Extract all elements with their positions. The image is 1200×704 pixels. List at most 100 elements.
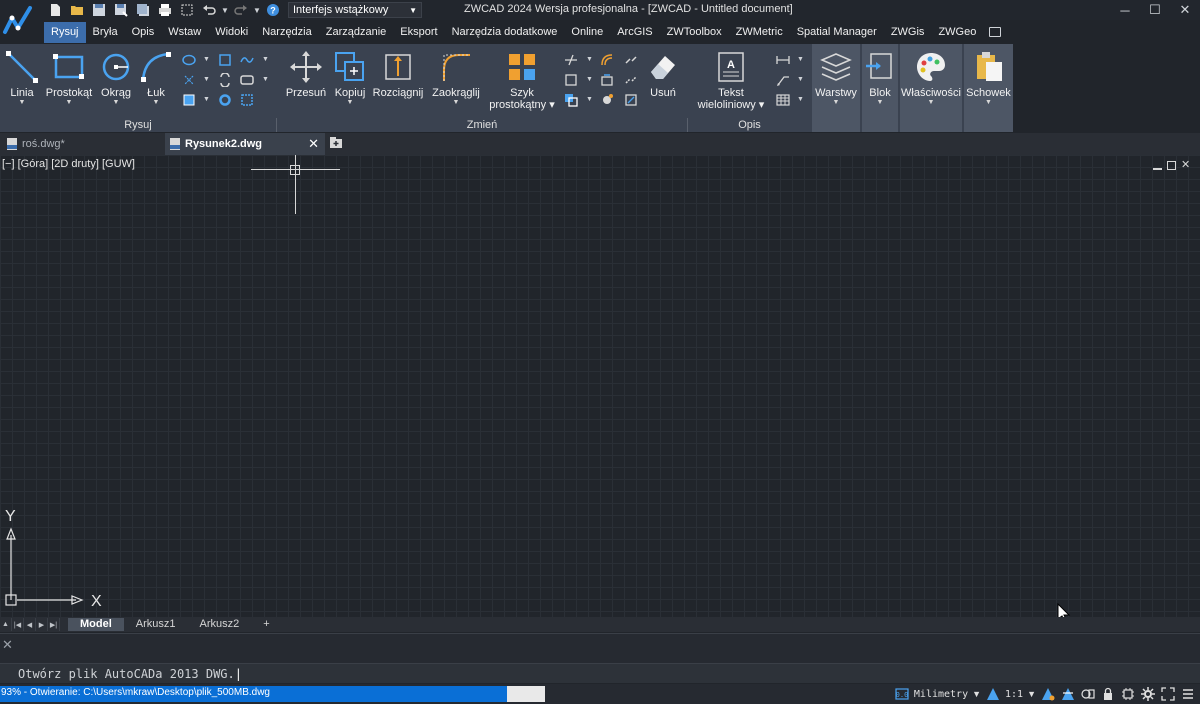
minimize-icon[interactable] (1153, 161, 1162, 170)
array-button[interactable]: Szyk prostokątny ▾ (488, 50, 556, 111)
help-button[interactable]: ? (262, 0, 284, 20)
customization-menu-icon[interactable] (1180, 686, 1196, 702)
restore-icon[interactable] (1167, 161, 1176, 170)
tab-bryla[interactable]: Bryła (86, 22, 125, 43)
chevron-down-icon[interactable]: ▼ (797, 56, 804, 63)
viewport-controls-label[interactable]: [−] [Góra] [2D druty] [GUW] (2, 158, 135, 170)
chevron-down-icon[interactable]: ▼ (262, 76, 269, 83)
layout-tab-arkusz1[interactable]: Arkusz1 (124, 618, 188, 631)
chevron-down-icon[interactable]: ▼ (972, 689, 981, 699)
redo-dropdown-arrow[interactable]: ▼ (252, 6, 262, 15)
chevron-down-icon[interactable]: ▼ (586, 96, 593, 103)
rotate-button[interactable] (598, 72, 616, 88)
tab-opis[interactable]: Opis (125, 22, 162, 43)
offset-button[interactable] (598, 52, 616, 68)
command-line-input[interactable]: Otwórz plik AutoCADa 2013 DWG.| (0, 663, 1200, 683)
chamfer-button[interactable] (622, 92, 640, 108)
layout-tab-model[interactable]: Model (68, 618, 124, 631)
trim-button[interactable] (562, 52, 580, 68)
chevron-down-icon[interactable]: ▼ (203, 56, 210, 63)
tab-zwgeo[interactable]: ZWGeo (931, 22, 983, 43)
chevron-down-icon[interactable]: ▼ (797, 96, 804, 103)
region-button[interactable] (238, 72, 256, 88)
tab-wstaw[interactable]: Wstaw (161, 22, 208, 43)
circle-button[interactable]: Okrąg ▼ (98, 50, 134, 106)
mirror-button[interactable] (562, 72, 580, 88)
annotation-visibility-icon[interactable] (1040, 686, 1056, 702)
annotation-scale-label[interactable]: 1:1 (1005, 689, 1023, 700)
undo-button[interactable] (198, 0, 220, 20)
maximize-icon[interactable]: ☐ (1140, 0, 1170, 20)
tab-rysuj[interactable]: Rysuj (44, 21, 86, 43)
tab-spatial-manager[interactable]: Spatial Manager (790, 22, 884, 43)
units-icon[interactable]: 0.0 (894, 686, 910, 702)
open-file-button[interactable] (66, 0, 88, 20)
document-tab-ros[interactable]: roś.dwg* (0, 133, 165, 155)
auto-scale-icon[interactable] (1060, 686, 1076, 702)
annotation-scale-icon[interactable] (985, 686, 1001, 702)
new-file-button[interactable] (44, 0, 66, 20)
save-as-button[interactable] (110, 0, 132, 20)
layout-next-icon[interactable]: ▶ (36, 618, 48, 631)
undo-dropdown-arrow[interactable]: ▼ (220, 6, 230, 15)
chevron-down-icon[interactable]: ▼ (1027, 689, 1036, 699)
point-button[interactable] (180, 72, 198, 88)
rectangle-button[interactable]: Prostokąt ▼ (44, 50, 94, 106)
clean-screen-icon[interactable] (1160, 686, 1176, 702)
workspace-dropdown[interactable]: Interfejs wstążkowy ▼ (288, 2, 422, 18)
line-button[interactable]: Linia ▼ (4, 50, 40, 106)
join-button[interactable] (622, 52, 640, 68)
fillet-button[interactable]: Zaokrąglij ▼ (430, 50, 482, 106)
save-all-button[interactable] (132, 0, 154, 20)
chevron-down-icon[interactable]: ▼ (203, 76, 210, 83)
lock-ui-icon[interactable] (1100, 686, 1116, 702)
donut-button[interactable] (216, 92, 234, 108)
layout-last-icon[interactable]: ▶| (48, 618, 60, 631)
settings-icon[interactable] (1140, 686, 1156, 702)
units-label[interactable]: Milimetry (914, 689, 968, 700)
ellipse-button[interactable] (180, 52, 198, 68)
layout-scroll-up-icon[interactable]: ▲ (0, 618, 12, 631)
tab-zarzadzanie[interactable]: Zarządzanie (319, 22, 394, 43)
revcloud-button[interactable] (216, 72, 234, 88)
print-button[interactable] (154, 0, 176, 20)
save-button[interactable] (88, 0, 110, 20)
chevron-down-icon[interactable]: ▼ (586, 56, 593, 63)
dimension-button[interactable] (774, 52, 792, 68)
close-icon[interactable]: ✕ (308, 136, 319, 152)
tab-zwmetric[interactable]: ZWMetric (729, 22, 790, 43)
mtext-button[interactable]: A Tekst wieloliniowy ▾ (694, 50, 768, 111)
clipboard-button[interactable]: Schowek ▼ (964, 50, 1013, 106)
chevron-down-icon[interactable]: ▼ (586, 76, 593, 83)
erase-button[interactable]: Usuń (644, 50, 682, 99)
block-button[interactable]: Blok ▼ (862, 50, 898, 106)
close-icon[interactable]: ✕ (1181, 160, 1190, 171)
close-icon[interactable]: ✕ (2, 637, 13, 653)
minimize-icon[interactable]: ─ (1110, 0, 1140, 20)
tab-arcgis[interactable]: ArcGIS (610, 22, 659, 43)
close-icon[interactable]: ✕ (1170, 0, 1200, 20)
chevron-down-icon[interactable]: ▼ (797, 76, 804, 83)
tab-online[interactable]: Online (564, 22, 610, 43)
scale-button[interactable] (562, 92, 580, 108)
tab-zwgis[interactable]: ZWGis (884, 22, 932, 43)
arc-button[interactable]: Łuk ▼ (138, 50, 174, 106)
redo-button[interactable] (230, 0, 252, 20)
properties-button[interactable]: Właściwości ▼ (900, 50, 962, 106)
print-preview-button[interactable] (176, 0, 198, 20)
stretch-button[interactable]: Rozciągnij (372, 50, 424, 99)
polygon-button[interactable] (216, 52, 234, 68)
layout-tab-arkusz2[interactable]: Arkusz2 (188, 618, 252, 631)
tab-narzedzia-dodatkowe[interactable]: Narzędzia dodatkowe (445, 22, 565, 43)
chevron-down-icon[interactable]: ▼ (262, 56, 269, 63)
layers-button[interactable]: Warstwy ▼ (813, 50, 859, 106)
break-button[interactable] (622, 72, 640, 88)
tab-narzedzia[interactable]: Narzędzia (255, 22, 319, 43)
hardware-acceleration-icon[interactable] (1120, 686, 1136, 702)
hatch-button[interactable] (180, 92, 198, 108)
ribbon-minimize-icon[interactable] (989, 27, 1002, 37)
boundary-button[interactable] (238, 92, 256, 108)
explode-button[interactable] (598, 92, 616, 108)
drawing-canvas[interactable]: [−] [Góra] [2D druty] [GUW] ✕ Y X (0, 155, 1200, 617)
zwcad-logo[interactable] (2, 2, 40, 40)
